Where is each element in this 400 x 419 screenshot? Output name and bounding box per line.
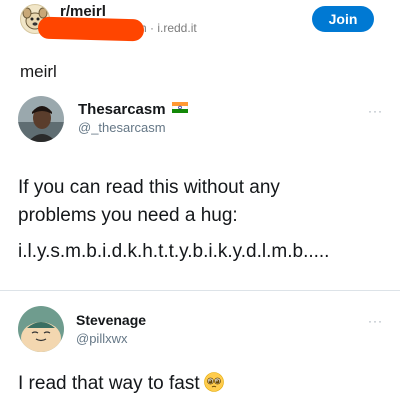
tweet-author-handle: @_thesarcasm — [78, 120, 166, 135]
user-avatar — [18, 96, 64, 142]
tweet-divider — [0, 290, 400, 291]
redaction-scribble — [37, 16, 145, 42]
post-title[interactable]: meirl — [20, 62, 57, 82]
tweet-text: I read that way to fast — [18, 370, 224, 398]
join-button[interactable]: Join — [312, 6, 374, 32]
more-options-icon[interactable]: ··· — [368, 104, 383, 118]
user-avatar — [18, 306, 64, 352]
tweet-text: If you can read this without any problem… — [18, 177, 330, 262]
flag-icon — [171, 100, 188, 117]
tweet-author-name: Thesarcasm — [78, 100, 188, 118]
post-header: r/meirl h · i.redd.it Join meirl — [0, 0, 400, 81]
tweet-author-name: Stevenage — [76, 312, 147, 328]
post-meta: h · i.redd.it — [140, 21, 197, 35]
more-options-icon[interactable]: ··· — [368, 314, 383, 328]
pleading-face-icon — [203, 372, 224, 392]
tweet-author-handle: @pillxwx — [76, 331, 128, 346]
post-image[interactable]: Thesarcasm @_thesarcasm ··· If you can r… — [0, 82, 400, 419]
